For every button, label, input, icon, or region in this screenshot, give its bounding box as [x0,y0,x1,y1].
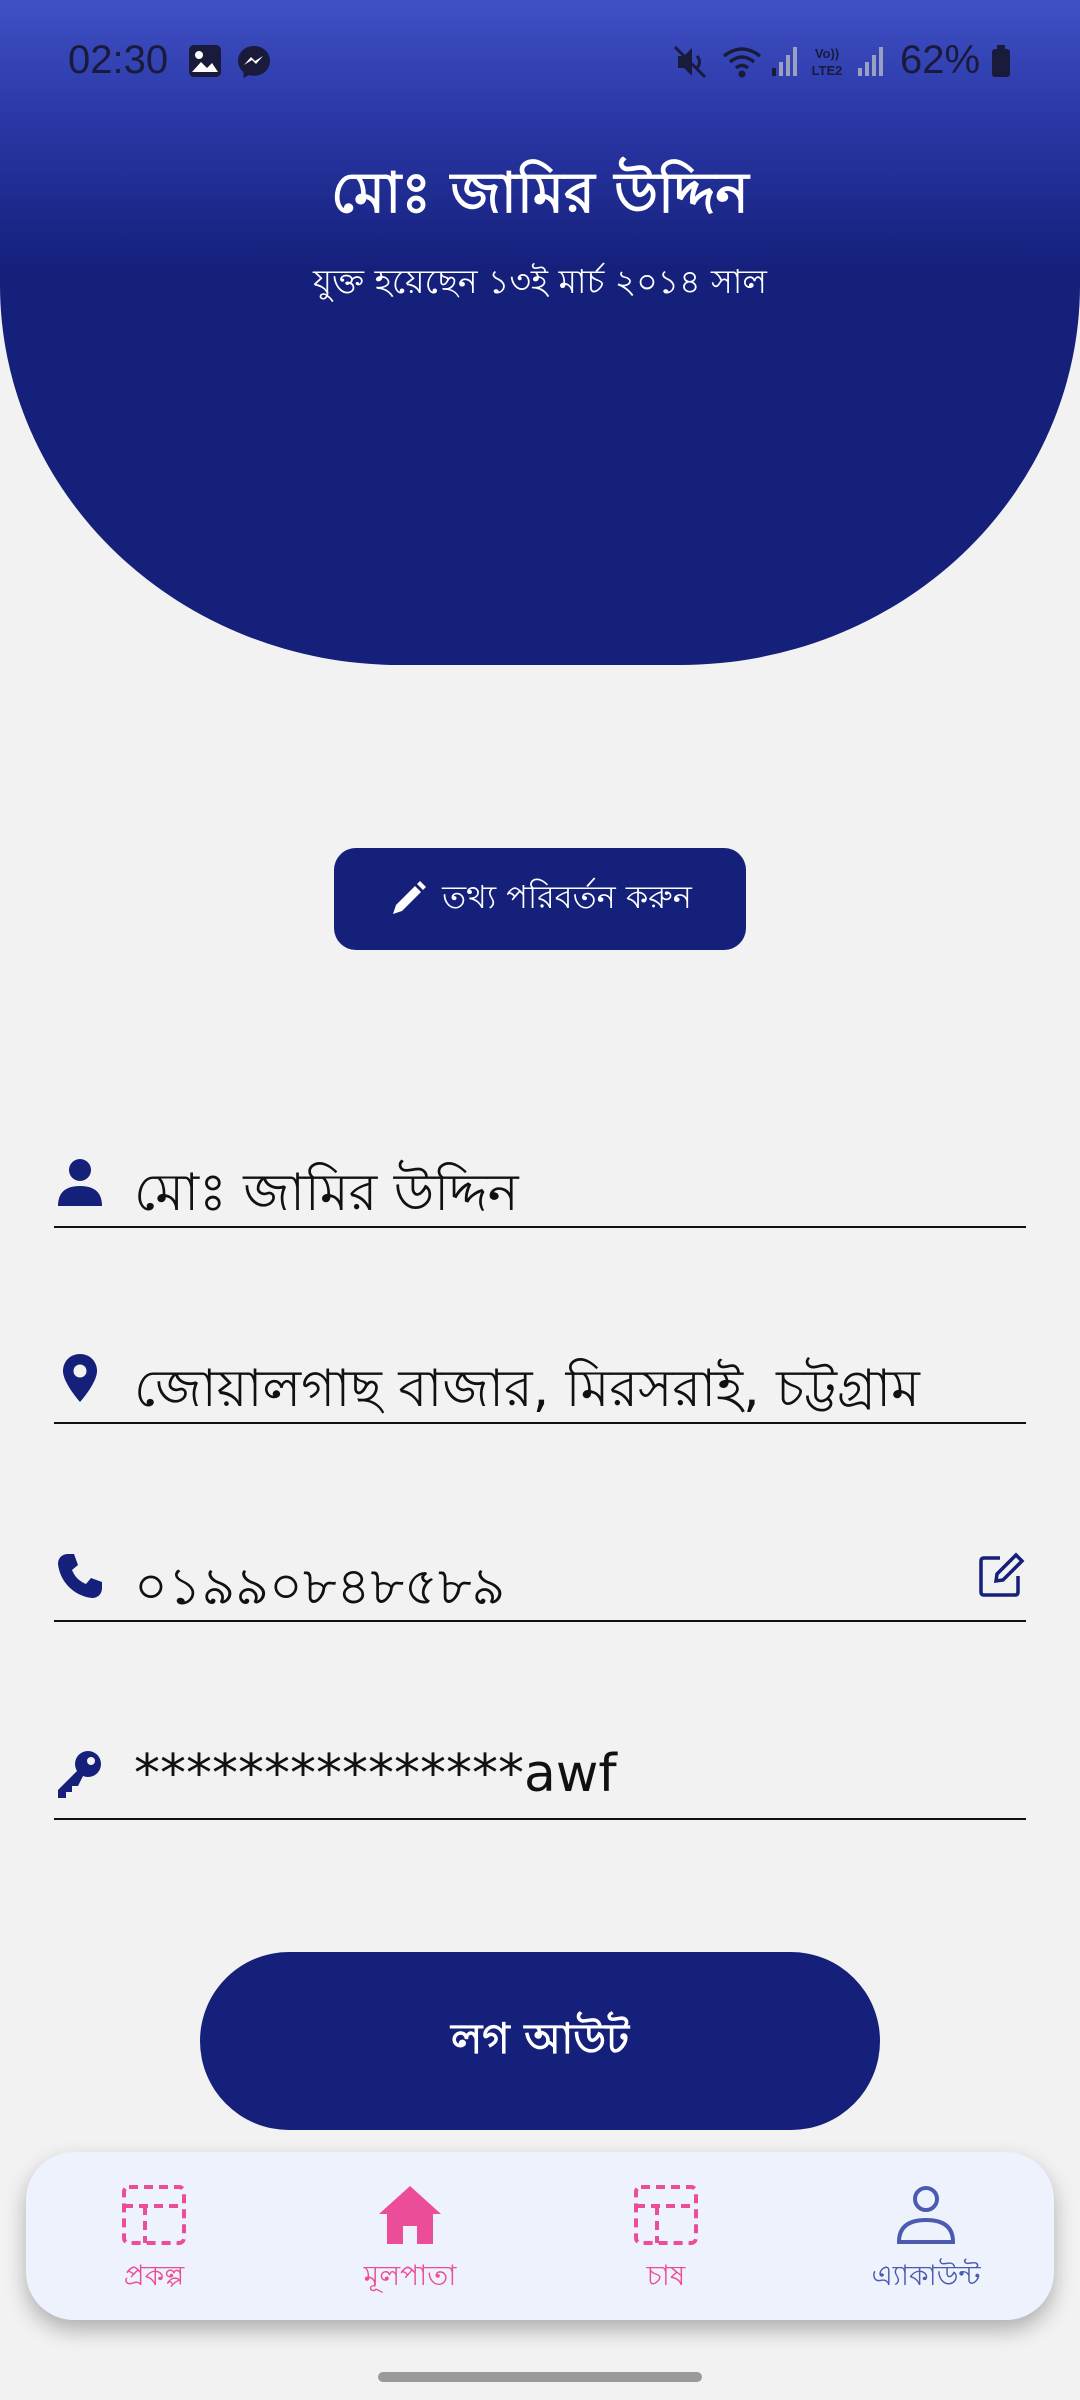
home-icon [379,2186,441,2244]
bottom-navigation: প্রকল্প মূলপাতা চাষ এ্যাকাউন্ট [26,2152,1054,2320]
gallery-icon [189,45,221,77]
svg-text:Vo)): Vo)) [815,46,839,61]
nav-item-projects[interactable]: প্রকল্প [54,2152,254,2320]
key-icon [58,1751,101,1798]
battery-icon [992,45,1010,77]
info-address: জোয়ালগাছ বাজার, মিরসরাই, চট্টগ্রাম [134,1359,920,1419]
svg-text:LTE2: LTE2 [812,63,843,78]
volte-icon: Vo)) LTE2 [812,46,843,78]
wifi-icon [722,47,762,78]
home-indicator[interactable] [378,2372,702,2382]
info-row-password: ***************awf [54,1708,1026,1820]
nav-label-farming: চাষ [646,2259,686,2292]
location-pin-icon [63,1354,97,1402]
nav-label-projects: প্রকল্প [123,2259,185,2292]
status-bar: 02:30 Vo)) LTE2 62% [0,0,1080,120]
battery-percentage: 62% [900,38,981,82]
signal-icon [772,47,797,76]
info-name: মোঃ জামির উদ্দিন [134,1163,519,1223]
dashed-grid-icon [122,2185,186,2245]
nav-item-home[interactable]: মূলপাতা [310,2152,510,2320]
phone-icon [58,1554,102,1598]
profile-joined-date: যুক্ত হয়েছেন ১৩ই মার্চ ২০১৪ সাল [313,262,767,301]
profile-name: মোঃ জামির উদ্দিন [331,161,749,226]
edit-info-button[interactable]: তথ্য পরিবর্তন করুন [334,848,746,950]
nav-item-farming[interactable]: চাষ [566,2152,766,2320]
edit-phone-icon[interactable] [976,1550,1026,1600]
person-icon [896,2186,956,2244]
info-row-name: মোঃ জামির উদ্দিন [54,1116,1026,1228]
signal-icon [858,47,883,76]
dashed-grid-icon [634,2185,698,2245]
edit-info-label: তথ্য পরিবর্তন করুন [442,878,692,916]
info-password: ***************awf [134,1744,617,1804]
info-row-phone: ০১৯৯০৮৪৮৫৮৯ [54,1510,1026,1622]
nav-item-account[interactable]: এ্যাকাউন্ট [826,2152,1026,2320]
logout-label: লগ আউট [450,2013,630,2063]
nav-label-home: মূলপাতা [363,2259,457,2292]
mute-icon [673,45,707,79]
nav-label-account: এ্যাকাউন্ট [871,2259,981,2292]
status-time: 02:30 [68,38,169,82]
info-phone: ০১৯৯০৮৪৮৫৮৯ [134,1557,506,1617]
pencil-icon [393,881,427,914]
info-row-address: জোয়ালগাছ বাজার, মিরসরাই, চট্টগ্রাম [54,1312,1026,1424]
person-icon [58,1159,102,1206]
logout-button[interactable]: লগ আউট [200,1952,880,2130]
messenger-icon [238,46,270,78]
